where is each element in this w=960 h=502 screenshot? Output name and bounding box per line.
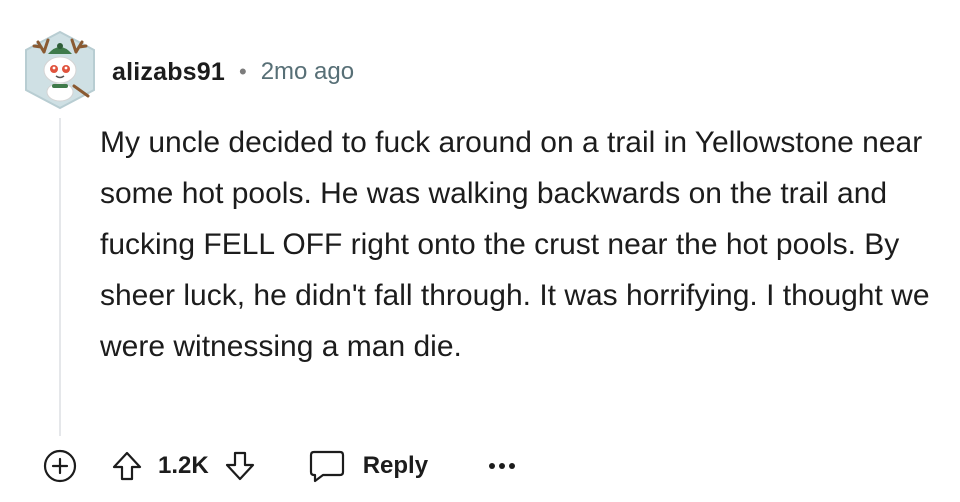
arrow-down-icon <box>225 451 254 481</box>
thread-line[interactable] <box>59 118 61 436</box>
comment-meta: alizabs91 • 2mo ago <box>112 52 354 92</box>
ellipsis-icon <box>489 463 516 469</box>
comment-body: My uncle decided to fuck around on a tra… <box>100 126 930 363</box>
plus-circle-icon <box>43 449 77 483</box>
snoo-avatar-icon <box>25 30 95 110</box>
expand-button[interactable] <box>40 446 80 486</box>
vote-score: 1.2K <box>158 452 209 479</box>
speech-bubble-icon <box>309 450 344 483</box>
author-username[interactable]: alizabs91 <box>112 58 225 87</box>
meta-separator: • <box>238 59 247 84</box>
user-avatar[interactable] <box>22 30 98 110</box>
upvote-button[interactable] <box>110 449 144 483</box>
comment-timestamp: 2mo ago <box>260 58 355 85</box>
vote-group: 1.2K <box>110 449 257 483</box>
reply-label: Reply <box>362 452 429 479</box>
downvote-button[interactable] <box>223 449 257 483</box>
reply-button[interactable]: Reply <box>307 447 428 485</box>
arrow-up-icon <box>112 451 142 481</box>
comment-action-bar: 1.2K Reply <box>40 444 516 488</box>
more-options-button[interactable] <box>488 461 516 471</box>
